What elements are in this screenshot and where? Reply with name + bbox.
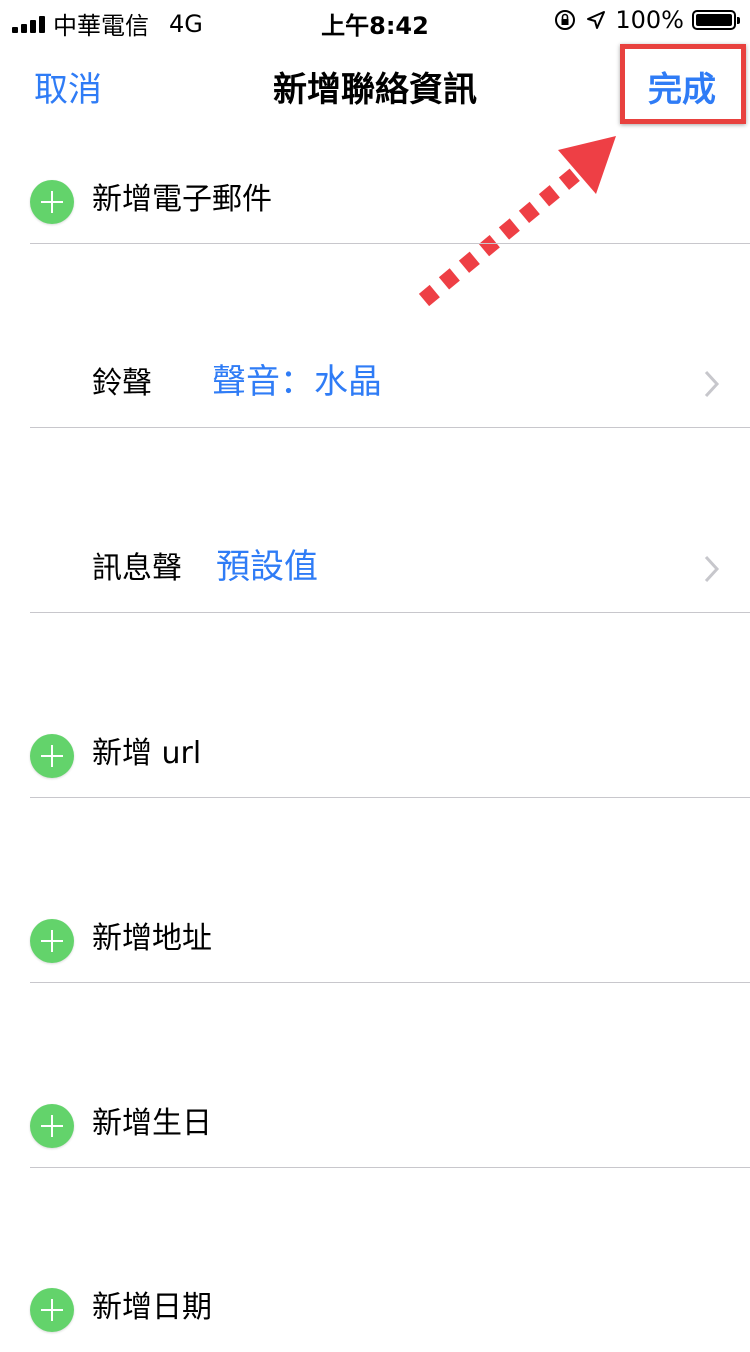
add-date-row[interactable]: 新增日期 <box>0 1262 750 1352</box>
add-address-row[interactable]: 新增地址 <box>0 893 750 983</box>
add-url-label: 新增 url <box>92 736 202 771</box>
ringtone-label: 鈴聲 <box>92 366 152 401</box>
chevron-right-icon <box>704 370 720 398</box>
chevron-right-icon <box>704 555 720 583</box>
add-address-label: 新增地址 <box>92 921 212 956</box>
add-birthday-row[interactable]: 新增生日 <box>0 1078 750 1168</box>
add-date-label: 新增日期 <box>92 1290 212 1325</box>
divider <box>30 982 750 983</box>
add-icon <box>30 1104 74 1148</box>
divider <box>30 612 750 613</box>
text-tone-value: 預設值 <box>216 547 318 587</box>
divider <box>30 427 750 428</box>
text-tone-label: 訊息聲 <box>92 551 182 586</box>
add-url-row[interactable]: 新增 url <box>0 708 750 798</box>
ringtone-row[interactable]: 鈴聲 聲音：水晶 <box>0 338 750 428</box>
add-icon <box>30 180 74 224</box>
ringtone-value: 聲音：水晶 <box>212 362 382 402</box>
add-birthday-label: 新增生日 <box>92 1106 212 1141</box>
add-icon <box>30 734 74 778</box>
add-email-row[interactable]: 新增電子郵件 <box>0 154 750 244</box>
divider <box>30 1167 750 1168</box>
add-email-label: 新增電子郵件 <box>92 182 272 217</box>
add-icon <box>30 919 74 963</box>
divider <box>30 797 750 798</box>
add-icon <box>30 1288 74 1332</box>
divider <box>30 243 750 244</box>
text-tone-row[interactable]: 訊息聲 預設值 <box>0 523 750 613</box>
